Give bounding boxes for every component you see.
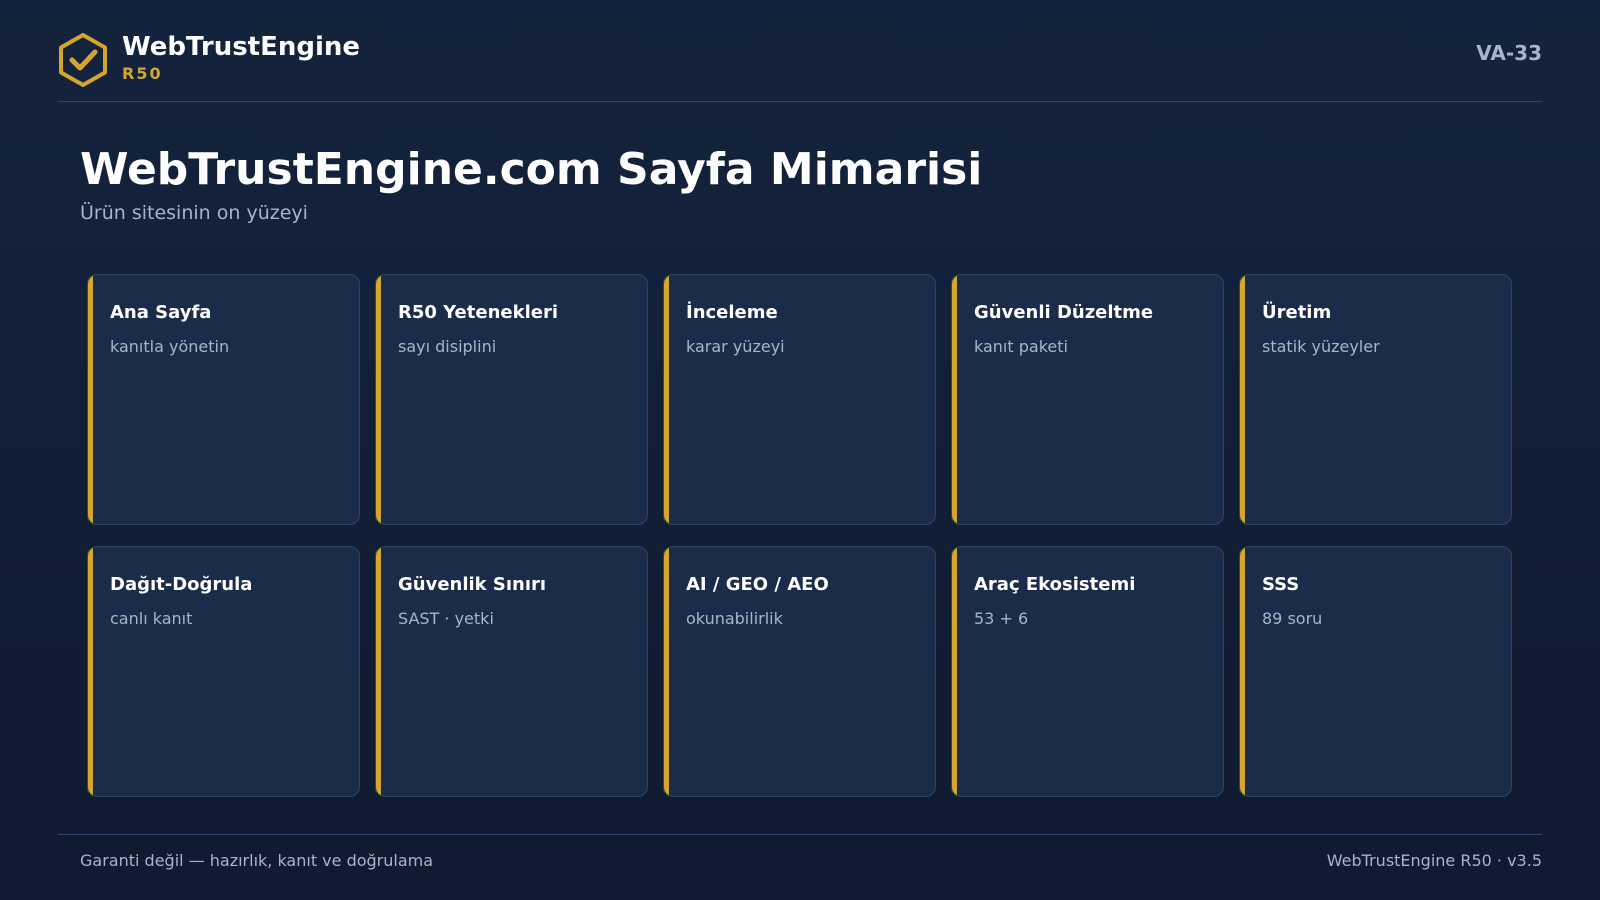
card-description: sayı disiplini: [398, 337, 497, 356]
card-description: okunabilirlik: [686, 609, 783, 628]
card-inceleme: İnceleme karar yüzeyi: [663, 274, 936, 525]
card-title: Dağıt-Doğrula: [110, 574, 253, 595]
card-description: 53 + 6: [974, 609, 1029, 628]
card-accent-bar: [664, 547, 669, 796]
card-description: statik yüzeyler: [1262, 337, 1380, 356]
card-arac-ekosistemi: Araç Ekosistemi 53 + 6: [951, 546, 1224, 797]
card-r50-yetenekleri: R50 Yetenekleri sayı disiplini: [375, 274, 648, 525]
card-title: Güvenlik Sınırı: [398, 574, 547, 595]
card-accent-bar: [952, 547, 957, 796]
card-accent-bar: [664, 275, 669, 524]
document-code: VA-33: [1476, 41, 1542, 65]
page-subtitle: Ürün sitesinin on yüzeyi: [80, 202, 308, 224]
title-block: WebTrustEngine.com Sayfa Mimarisi Ürün s…: [80, 142, 1480, 226]
card-title: AI / GEO / AEO: [686, 574, 829, 595]
footer-divider: [58, 834, 1542, 835]
card-accent-bar: [952, 275, 957, 524]
card-ana-sayfa: Ana Sayfa kanıtla yönetin: [87, 274, 360, 525]
card-title: Araç Ekosistemi: [974, 574, 1136, 595]
header: WebTrustEngine R50 VA-33: [58, 28, 1542, 102]
card-description: karar yüzeyi: [686, 337, 785, 356]
card-description: kanıtla yönetin: [110, 337, 230, 356]
card-accent-bar: [376, 275, 381, 524]
hexagon-check-icon: [58, 32, 108, 88]
card-title: Ana Sayfa: [110, 302, 212, 323]
card-accent-bar: [88, 547, 93, 796]
card-description: SAST · yetki: [398, 609, 494, 628]
brand-version: R50: [122, 64, 163, 83]
card-dagit-dogrula: Dağıt-Doğrula canlı kanıt: [87, 546, 360, 797]
card-description: kanıt paketi: [974, 337, 1068, 356]
card-title: İnceleme: [686, 302, 778, 323]
card-description: canlı kanıt: [110, 609, 193, 628]
card-accent-bar: [376, 547, 381, 796]
footer-version: WebTrustEngine R50 · v3.5: [1326, 851, 1542, 870]
card-title: Güvenli Düzeltme: [974, 302, 1154, 323]
brand-name: WebTrustEngine: [122, 32, 361, 62]
card-guvenli-duzeltme: Güvenli Düzeltme kanıt paketi: [951, 274, 1224, 525]
card-title: R50 Yetenekleri: [398, 302, 558, 323]
footer-disclaimer: Garanti değil — hazırlık, kanıt ve doğru…: [80, 851, 434, 870]
card-ai-geo-aeo: AI / GEO / AEO okunabilirlik: [663, 546, 936, 797]
card-guvenlik-siniri: Güvenlik Sınırı SAST · yetki: [375, 546, 648, 797]
header-divider: [58, 101, 1542, 102]
card-uretim: Üretim statik yüzeyler: [1239, 274, 1512, 525]
card-accent-bar: [1240, 275, 1245, 524]
page-title: WebTrustEngine.com Sayfa Mimarisi: [80, 144, 983, 195]
page-card-grid: Ana Sayfa kanıtla yönetin R50 Yetenekler…: [87, 274, 1512, 797]
card-accent-bar: [1240, 547, 1245, 796]
card-accent-bar: [88, 275, 93, 524]
card-title: SSS: [1262, 574, 1300, 595]
card-description: 89 soru: [1262, 609, 1323, 628]
card-title: Üretim: [1262, 302, 1332, 323]
card-sss: SSS 89 soru: [1239, 546, 1512, 797]
